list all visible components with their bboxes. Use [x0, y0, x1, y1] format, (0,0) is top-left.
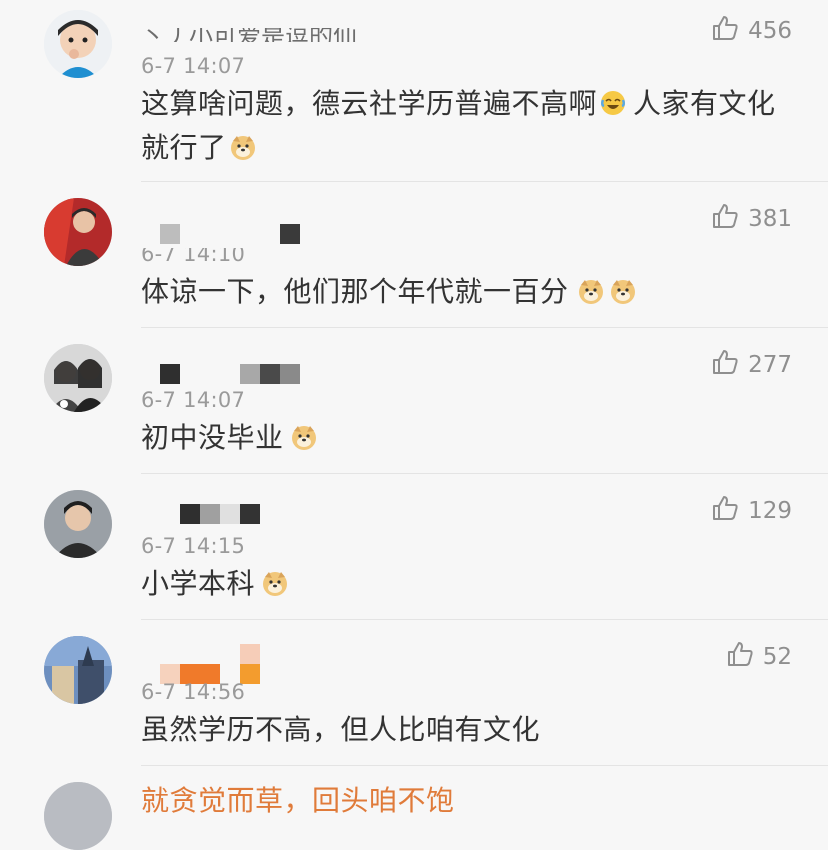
username-mask — [160, 364, 180, 384]
timestamp: 6-7 14:10 — [141, 242, 246, 266]
like-button[interactable]: 129 — [710, 496, 792, 526]
avatar[interactable] — [44, 636, 112, 704]
comment-text: 小学本科 — [141, 562, 781, 606]
divider — [141, 619, 828, 620]
username-mask — [280, 224, 300, 244]
avatar[interactable] — [44, 782, 112, 850]
username-mask — [240, 504, 260, 524]
username-mask — [200, 504, 220, 524]
like-button[interactable]: 277 — [710, 350, 792, 380]
avatar[interactable] — [44, 344, 112, 412]
comment-text-part: 初中没毕业 — [141, 421, 284, 454]
divider — [141, 327, 828, 328]
timestamp: 6-7 14:07 — [141, 54, 246, 78]
doge-emoji-icon — [577, 277, 605, 305]
divider — [141, 181, 828, 182]
comment-text: 虽然学历不高，但人比咱有文化 — [141, 708, 781, 752]
like-count: 277 — [748, 352, 792, 378]
like-button[interactable]: 52 — [725, 642, 792, 672]
thumb-up-icon — [710, 201, 740, 237]
avatar[interactable] — [44, 10, 112, 78]
doge-emoji-icon — [290, 423, 318, 451]
thumb-up-icon — [725, 639, 755, 675]
timestamp: 6-7 14:07 — [141, 388, 246, 412]
comment-text: 这算啥问题，德云社学历普遍不高啊 人家有文化就行了 — [141, 82, 781, 170]
avatar[interactable] — [44, 490, 112, 558]
comment-text-part: 这算啥问题，德云社学历普遍不高啊 — [141, 87, 598, 120]
username-mask — [280, 364, 300, 384]
username-mask — [240, 364, 260, 384]
username-mask — [180, 504, 200, 524]
username-mask — [260, 364, 280, 384]
like-button[interactable]: 381 — [710, 204, 792, 234]
like-count: 381 — [748, 206, 792, 232]
thumb-up-icon — [710, 493, 740, 529]
doge-emoji-icon — [609, 277, 637, 305]
avatar[interactable] — [44, 198, 112, 266]
like-count: 129 — [748, 498, 792, 524]
laugh-cry-emoji-icon — [599, 89, 627, 117]
username-mask — [220, 504, 240, 524]
doge-emoji-icon — [229, 133, 257, 161]
username-mask — [160, 224, 180, 244]
partial-comment-text: 就贪觉而草，回头咱不饱 — [141, 784, 455, 817]
username-mask — [240, 644, 260, 664]
thumb-up-icon — [710, 347, 740, 383]
username[interactable]: 丶丿小可爱是逗的仙 — [141, 28, 357, 42]
timestamp: 6-7 14:56 — [141, 680, 246, 704]
comment-text-part: 体谅一下，他们那个年代就一百分 — [141, 275, 569, 308]
timestamp: 6-7 14:15 — [141, 534, 246, 558]
like-count: 456 — [748, 18, 792, 44]
comment-text: 初中没毕业 — [141, 416, 781, 460]
thumb-up-icon — [710, 13, 740, 49]
divider — [141, 473, 828, 474]
comment-text: 体谅一下，他们那个年代就一百分 — [141, 270, 781, 314]
comment-text-part: 虽然学历不高，但人比咱有文化 — [141, 713, 541, 746]
comment-text-part: 小学本科 — [141, 567, 256, 600]
like-button[interactable]: 456 — [710, 16, 792, 46]
divider — [141, 765, 828, 766]
like-count: 52 — [762, 644, 792, 670]
doge-emoji-icon — [261, 569, 289, 597]
